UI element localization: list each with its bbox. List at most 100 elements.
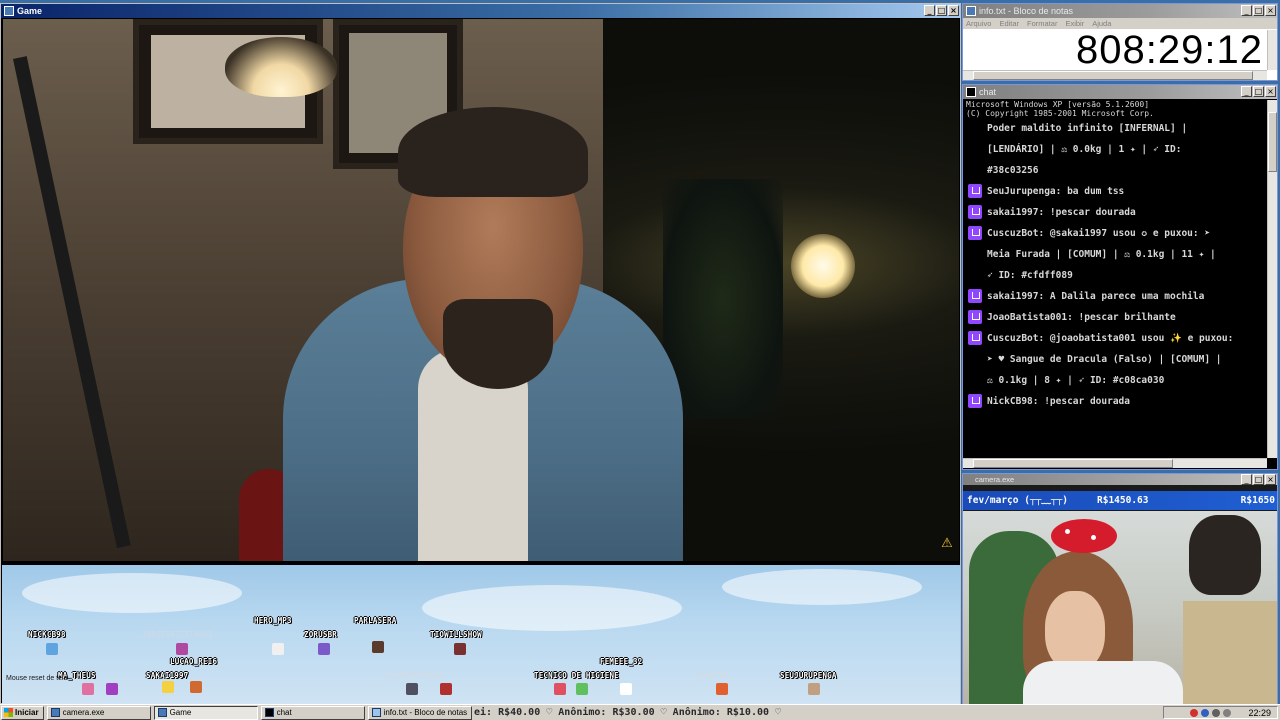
streamer-face — [1045, 591, 1105, 671]
camera-title: camera.exe — [975, 475, 1015, 484]
donation-ticker: ei: R$40.00 ♡ Anônimo: R$30.00 ♡ Anônimo… — [474, 705, 934, 720]
cmd-header-line: Microsoft Windows XP [versão 5.1.2600] — [966, 100, 1150, 109]
chat-message-text: CuscuzBot: @sakai1997 usou ✪ e puxou: ➤ — [987, 228, 1211, 239]
shelf — [1183, 601, 1277, 704]
chat-message-continuation: ➶ ID: #cfdff089 — [987, 270, 1073, 281]
chat-message: sakai1997: !pescar dourada — [965, 202, 1267, 223]
chat-message: SeuJurupenga: ba dum tss — [965, 181, 1267, 202]
menu-exibir[interactable]: Exibir — [1065, 19, 1084, 28]
close-button[interactable]: × — [1265, 86, 1276, 97]
lamp-bulb — [791, 234, 855, 298]
minimize-button[interactable]: _ — [1241, 86, 1252, 97]
game-window[interactable]: Game _ □ × ⚠ NICKCB98 JORGEBATISTA001 HE… — [0, 3, 961, 705]
viewer-sprite — [106, 683, 118, 695]
twitch-icon — [968, 310, 982, 324]
cloud — [422, 585, 682, 631]
maximize-button[interactable]: □ — [1253, 5, 1264, 16]
viewer-name: HERO_MP3 — [254, 616, 292, 625]
viewer-name: NICKCB98 — [28, 630, 66, 639]
notepad-vertical-scrollbar[interactable] — [1267, 30, 1277, 70]
game-task-icon — [157, 708, 167, 717]
minnie-bow — [1051, 519, 1117, 553]
minimize-button[interactable]: _ — [924, 5, 935, 16]
viewer-sprite — [372, 641, 384, 653]
viewer-name: TECNICO DE HIGIENE — [534, 671, 619, 680]
cloud — [722, 569, 922, 605]
camera-window[interactable]: camera.exe _ □ × fev/março (┬┬﹏┬┬) R$145… — [962, 473, 1278, 704]
notepad-horizontal-scrollbar[interactable] — [963, 70, 1267, 80]
scroll-thumb[interactable] — [973, 71, 1253, 80]
volume-icon[interactable] — [1223, 708, 1232, 717]
notepad-title: info.txt - Bloco de notas — [979, 6, 1074, 16]
chat-message-continuation: ➤ ♥ Sangue de Dracula (Falso) | [COMUM] … — [987, 354, 1222, 365]
menu-editar[interactable]: Editar — [999, 19, 1019, 28]
scroll-thumb[interactable] — [1268, 112, 1277, 172]
person-beard — [443, 299, 553, 389]
stream-timer: 808:29:12 — [1076, 28, 1263, 72]
chat-message-continuation: Meia Furada | [COMUM] | ⚖ 0.1kg | 11 ✦ | — [987, 249, 1216, 260]
cmd-task-icon — [264, 708, 274, 717]
chat-horizontal-scrollbar[interactable] — [963, 458, 1267, 468]
close-button[interactable]: × — [1265, 5, 1276, 16]
menu-ajuda[interactable]: Ajuda — [1092, 19, 1111, 28]
viewer-sprite — [46, 643, 58, 655]
viewer-name: ANONIMO — [696, 671, 730, 680]
start-button[interactable]: Iniciar — [1, 705, 44, 720]
chat-message-continuation: #38c03256 — [987, 165, 1039, 176]
maximize-button[interactable]: □ — [1253, 86, 1264, 97]
viewer-sprite — [554, 683, 566, 695]
chat-message-text: JoaoBatista001: !pescar brilhante — [987, 312, 1176, 323]
chat-titlebar[interactable]: chat _ □ × — [963, 85, 1277, 99]
close-button[interactable]: × — [1265, 474, 1276, 485]
cloud — [22, 573, 242, 613]
chat-log: Microsoft Windows XP [versão 5.1.2600] (… — [965, 100, 1267, 458]
chat-vertical-scrollbar[interactable] — [1267, 100, 1277, 458]
scroll-thumb[interactable] — [973, 459, 1173, 468]
menu-formatar[interactable]: Formatar — [1027, 19, 1057, 28]
minimize-button[interactable]: _ — [1241, 5, 1252, 16]
chat-message-text: SeuJurupenga: ba dum tss — [987, 186, 1125, 197]
maximize-button[interactable]: □ — [936, 5, 947, 16]
task-notepad[interactable]: info.txt - Bloco de notas — [367, 705, 472, 720]
chat-window[interactable]: chat _ □ × Microsoft Windows XP [versão … — [962, 84, 1278, 470]
viewer-sprite — [272, 643, 284, 655]
tray-icon[interactable] — [1201, 708, 1210, 717]
twitch-icon — [968, 226, 982, 240]
overlay-note: Mouse reset de tela — [6, 675, 68, 682]
task-camera[interactable]: camera.exe — [46, 705, 151, 720]
notepad-app-icon — [966, 6, 976, 16]
system-tray: 22:29 — [1163, 706, 1278, 719]
viewer-sprite — [576, 683, 588, 695]
viewer-sprite — [318, 643, 330, 655]
viewer-name: FEMEEE_32 — [600, 657, 643, 666]
twitch-icon — [968, 205, 982, 219]
minimize-button[interactable]: _ — [1241, 474, 1252, 485]
camera-titlebar[interactable]: camera.exe _ □ × — [963, 474, 1277, 485]
windows-logo-icon — [4, 708, 13, 717]
goal-current: R$1450.63 — [1097, 495, 1149, 506]
donation-goal-bar: fev/março (┬┬﹏┬┬) R$1450.63 R$1650 — [963, 491, 1277, 510]
task-chat[interactable]: chat — [260, 705, 365, 720]
twitch-icon — [968, 289, 982, 303]
task-game[interactable]: Game — [153, 705, 258, 720]
viewer-name: SKINKKRASADA — [386, 671, 443, 680]
close-button[interactable]: × — [948, 5, 959, 16]
tray-icon[interactable] — [1212, 708, 1221, 717]
chat-message: JoaoBatista001: !pescar brilhante — [965, 307, 1267, 328]
viewer-sprite — [162, 681, 174, 693]
cmd-header-line: (C) Copyright 1985-2001 Microsoft Corp. — [966, 109, 1154, 118]
warning-icon: ⚠ — [941, 536, 953, 551]
notepad-window[interactable]: info.txt - Bloco de notas _ □ × Arquivo … — [962, 3, 1278, 81]
chat-title: chat — [979, 87, 997, 97]
notepad-titlebar[interactable]: info.txt - Bloco de notas _ □ × — [963, 4, 1277, 18]
chat-message-continuation: [LENDÁRIO] | ⚖ 0.0kg | 1 ✦ | ➶ ID: — [987, 144, 1182, 155]
goal-title: fev/março (┬┬﹏┬┬) — [967, 495, 1069, 506]
start-label: Iniciar — [15, 708, 39, 717]
viewer-name: LUCAO_REI6 — [170, 657, 218, 666]
menu-arquivo[interactable]: Arquivo — [966, 19, 991, 28]
game-titlebar[interactable]: Game _ □ × — [1, 4, 960, 18]
tray-icon[interactable] — [1190, 708, 1199, 717]
clock: 22:29 — [1248, 707, 1271, 718]
viewer-name: SAKAI1997 — [146, 671, 189, 680]
maximize-button[interactable]: □ — [1253, 474, 1264, 485]
